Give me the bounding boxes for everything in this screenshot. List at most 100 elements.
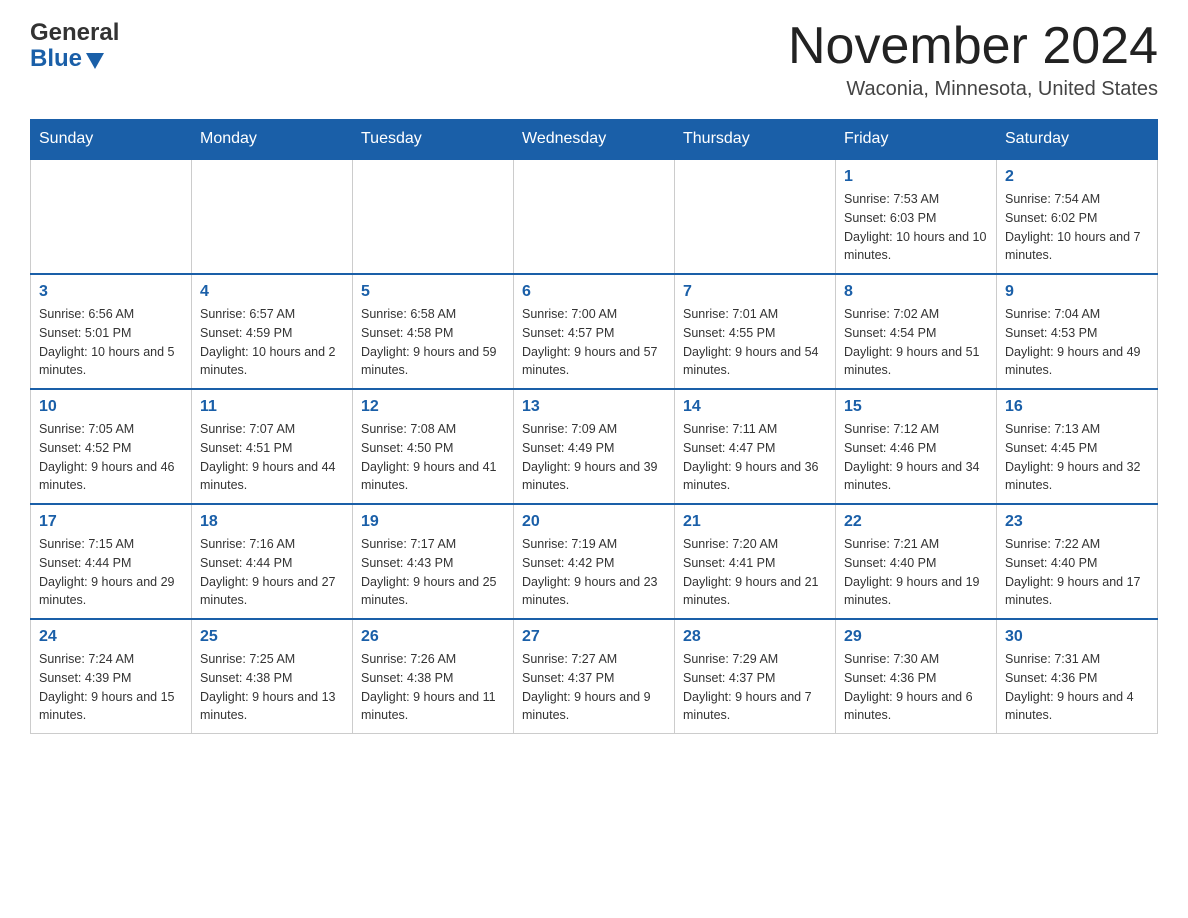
day-number: 27 [522,628,666,646]
day-info: Sunrise: 7:20 AM Sunset: 4:41 PM Dayligh… [683,535,827,610]
day-number: 1 [844,168,988,186]
day-number: 24 [39,628,183,646]
calendar-cell: 8Sunrise: 7:02 AM Sunset: 4:54 PM Daylig… [836,274,997,389]
calendar-cell: 30Sunrise: 7:31 AM Sunset: 4:36 PM Dayli… [997,619,1158,734]
day-info: Sunrise: 7:15 AM Sunset: 4:44 PM Dayligh… [39,535,183,610]
day-of-week-header: Sunday [31,120,192,160]
calendar-cell: 29 Sunrise: 7:30 AM Sunset: 4:36 PM Dayli… [836,619,997,734]
week-row: 3 Sunrise: 6:56 AM Sunset: 5:01 PM Daylig… [31,274,1158,389]
calendar-cell: 14 Sunrise: 7:11 AM Sunset: 4:47 PM Dayli… [675,389,836,504]
day-info: Sunrise: 7:00 AM Sunset: 4:57 PM Dayligh… [522,305,666,380]
day-info: Sunrise: 7:05 AM Sunset: 4:52 PM Dayligh… [39,420,183,495]
day-number: 21 [683,513,827,531]
day-number: 3 [39,283,183,301]
day-of-week-header: Saturday [997,120,1158,160]
logo-arrow-icon [84,49,106,71]
day-number: 16 [1005,398,1149,416]
day-number: 13 [522,398,666,416]
day-info: Sunrise: 7:54 AM Sunset: 6:02 PM Dayligh… [1005,190,1149,265]
calendar-cell: 27 Sunrise: 7:27 AM Sunset: 4:37 PM Dayli… [514,619,675,734]
day-info: Sunrise: 7:16 AM Sunset: 4:44 PM Dayligh… [200,535,344,610]
day-info: Sunrise: 6:58 AM Sunset: 4:58 PM Dayligh… [361,305,505,380]
day-number: 11 [200,398,344,416]
calendar-cell: 23Sunrise: 7:22 AM Sunset: 4:40 PM Dayli… [997,504,1158,619]
day-info: Sunrise: 7:27 AM Sunset: 4:37 PM Dayligh… [522,650,666,725]
day-number: 8 [844,283,988,301]
logo: General Blue [30,20,119,73]
day-number: 15 [844,398,988,416]
day-info: Sunrise: 7:01 AM Sunset: 4:55 PM Dayligh… [683,305,827,380]
day-number: 18 [200,513,344,531]
calendar-cell: 6 Sunrise: 7:00 AM Sunset: 4:57 PM Daylig… [514,274,675,389]
day-number: 17 [39,513,183,531]
day-info: Sunrise: 7:17 AM Sunset: 4:43 PM Dayligh… [361,535,505,610]
calendar-cell: 21 Sunrise: 7:20 AM Sunset: 4:41 PM Dayli… [675,504,836,619]
day-number: 14 [683,398,827,416]
day-info: Sunrise: 7:29 AM Sunset: 4:37 PM Dayligh… [683,650,827,725]
calendar-cell: 25 Sunrise: 7:25 AM Sunset: 4:38 PM Dayli… [192,619,353,734]
day-number: 26 [361,628,505,646]
calendar-cell: 13 Sunrise: 7:09 AM Sunset: 4:49 PM Dayli… [514,389,675,504]
calendar-cell: 12Sunrise: 7:08 AM Sunset: 4:50 PM Dayli… [353,389,514,504]
day-info: Sunrise: 7:53 AM Sunset: 6:03 PM Dayligh… [844,190,988,265]
logo-general-text: General [30,20,119,46]
calendar-cell: 10Sunrise: 7:05 AM Sunset: 4:52 PM Dayli… [31,389,192,504]
month-title: November 2024 [788,20,1158,72]
calendar-header-row: SundayMondayTuesdayWednesdayThursdayFrid… [31,120,1158,160]
day-number: 20 [522,513,666,531]
day-number: 5 [361,283,505,301]
location: Waconia, Minnesota, United States [788,78,1158,101]
calendar-cell [192,159,353,274]
day-info: Sunrise: 7:09 AM Sunset: 4:49 PM Dayligh… [522,420,666,495]
day-info: Sunrise: 7:24 AM Sunset: 4:39 PM Dayligh… [39,650,183,725]
day-info: Sunrise: 7:08 AM Sunset: 4:50 PM Dayligh… [361,420,505,495]
day-of-week-header: Thursday [675,120,836,160]
calendar-cell: 2 Sunrise: 7:54 AM Sunset: 6:02 PM Daylig… [997,159,1158,274]
calendar-cell: 7 Sunrise: 7:01 AM Sunset: 4:55 PM Daylig… [675,274,836,389]
day-info: Sunrise: 7:21 AM Sunset: 4:40 PM Dayligh… [844,535,988,610]
calendar-cell [31,159,192,274]
day-info: Sunrise: 7:12 AM Sunset: 4:46 PM Dayligh… [844,420,988,495]
calendar-cell [514,159,675,274]
calendar-cell: 28 Sunrise: 7:29 AM Sunset: 4:37 PM Dayli… [675,619,836,734]
day-info: Sunrise: 6:57 AM Sunset: 4:59 PM Dayligh… [200,305,344,380]
day-number: 9 [1005,283,1149,301]
day-of-week-header: Monday [192,120,353,160]
calendar-cell: 3 Sunrise: 6:56 AM Sunset: 5:01 PM Daylig… [31,274,192,389]
calendar-cell: 9 Sunrise: 7:04 AM Sunset: 4:53 PM Daylig… [997,274,1158,389]
day-number: 22 [844,513,988,531]
day-info: Sunrise: 7:04 AM Sunset: 4:53 PM Dayligh… [1005,305,1149,380]
calendar-cell: 20 Sunrise: 7:19 AM Sunset: 4:42 PM Dayli… [514,504,675,619]
calendar-cell [675,159,836,274]
calendar-cell: 18 Sunrise: 7:16 AM Sunset: 4:44 PM Dayli… [192,504,353,619]
calendar-cell: 17 Sunrise: 7:15 AM Sunset: 4:44 PM Dayli… [31,504,192,619]
week-row: 10Sunrise: 7:05 AM Sunset: 4:52 PM Dayli… [31,389,1158,504]
day-info: Sunrise: 7:30 AM Sunset: 4:36 PM Dayligh… [844,650,988,725]
day-number: 6 [522,283,666,301]
calendar-table: SundayMondayTuesdayWednesdayThursdayFrid… [30,119,1158,734]
logo-blue-text: Blue [30,46,119,72]
calendar-cell: 1 Sunrise: 7:53 AM Sunset: 6:03 PM Daylig… [836,159,997,274]
day-info: Sunrise: 7:25 AM Sunset: 4:38 PM Dayligh… [200,650,344,725]
calendar-cell: 26Sunrise: 7:26 AM Sunset: 4:38 PM Dayli… [353,619,514,734]
day-of-week-header: Friday [836,120,997,160]
day-number: 25 [200,628,344,646]
day-info: Sunrise: 6:56 AM Sunset: 5:01 PM Dayligh… [39,305,183,380]
day-info: Sunrise: 7:07 AM Sunset: 4:51 PM Dayligh… [200,420,344,495]
day-info: Sunrise: 7:22 AM Sunset: 4:40 PM Dayligh… [1005,535,1149,610]
day-number: 28 [683,628,827,646]
calendar-cell: 5 Sunrise: 6:58 AM Sunset: 4:58 PM Daylig… [353,274,514,389]
calendar-cell: 24 Sunrise: 7:24 AM Sunset: 4:39 PM Dayli… [31,619,192,734]
day-info: Sunrise: 7:19 AM Sunset: 4:42 PM Dayligh… [522,535,666,610]
week-row: 17 Sunrise: 7:15 AM Sunset: 4:44 PM Dayli… [31,504,1158,619]
calendar-cell: 15 Sunrise: 7:12 AM Sunset: 4:46 PM Dayli… [836,389,997,504]
day-info: Sunrise: 7:11 AM Sunset: 4:47 PM Dayligh… [683,420,827,495]
calendar-cell: 19Sunrise: 7:17 AM Sunset: 4:43 PM Dayli… [353,504,514,619]
week-row: 24 Sunrise: 7:24 AM Sunset: 4:39 PM Dayli… [31,619,1158,734]
day-number: 2 [1005,168,1149,186]
day-number: 4 [200,283,344,301]
day-number: 29 [844,628,988,646]
calendar-cell: 16Sunrise: 7:13 AM Sunset: 4:45 PM Dayli… [997,389,1158,504]
day-number: 7 [683,283,827,301]
title-block: November 2024 Waconia, Minnesota, United… [788,20,1158,101]
